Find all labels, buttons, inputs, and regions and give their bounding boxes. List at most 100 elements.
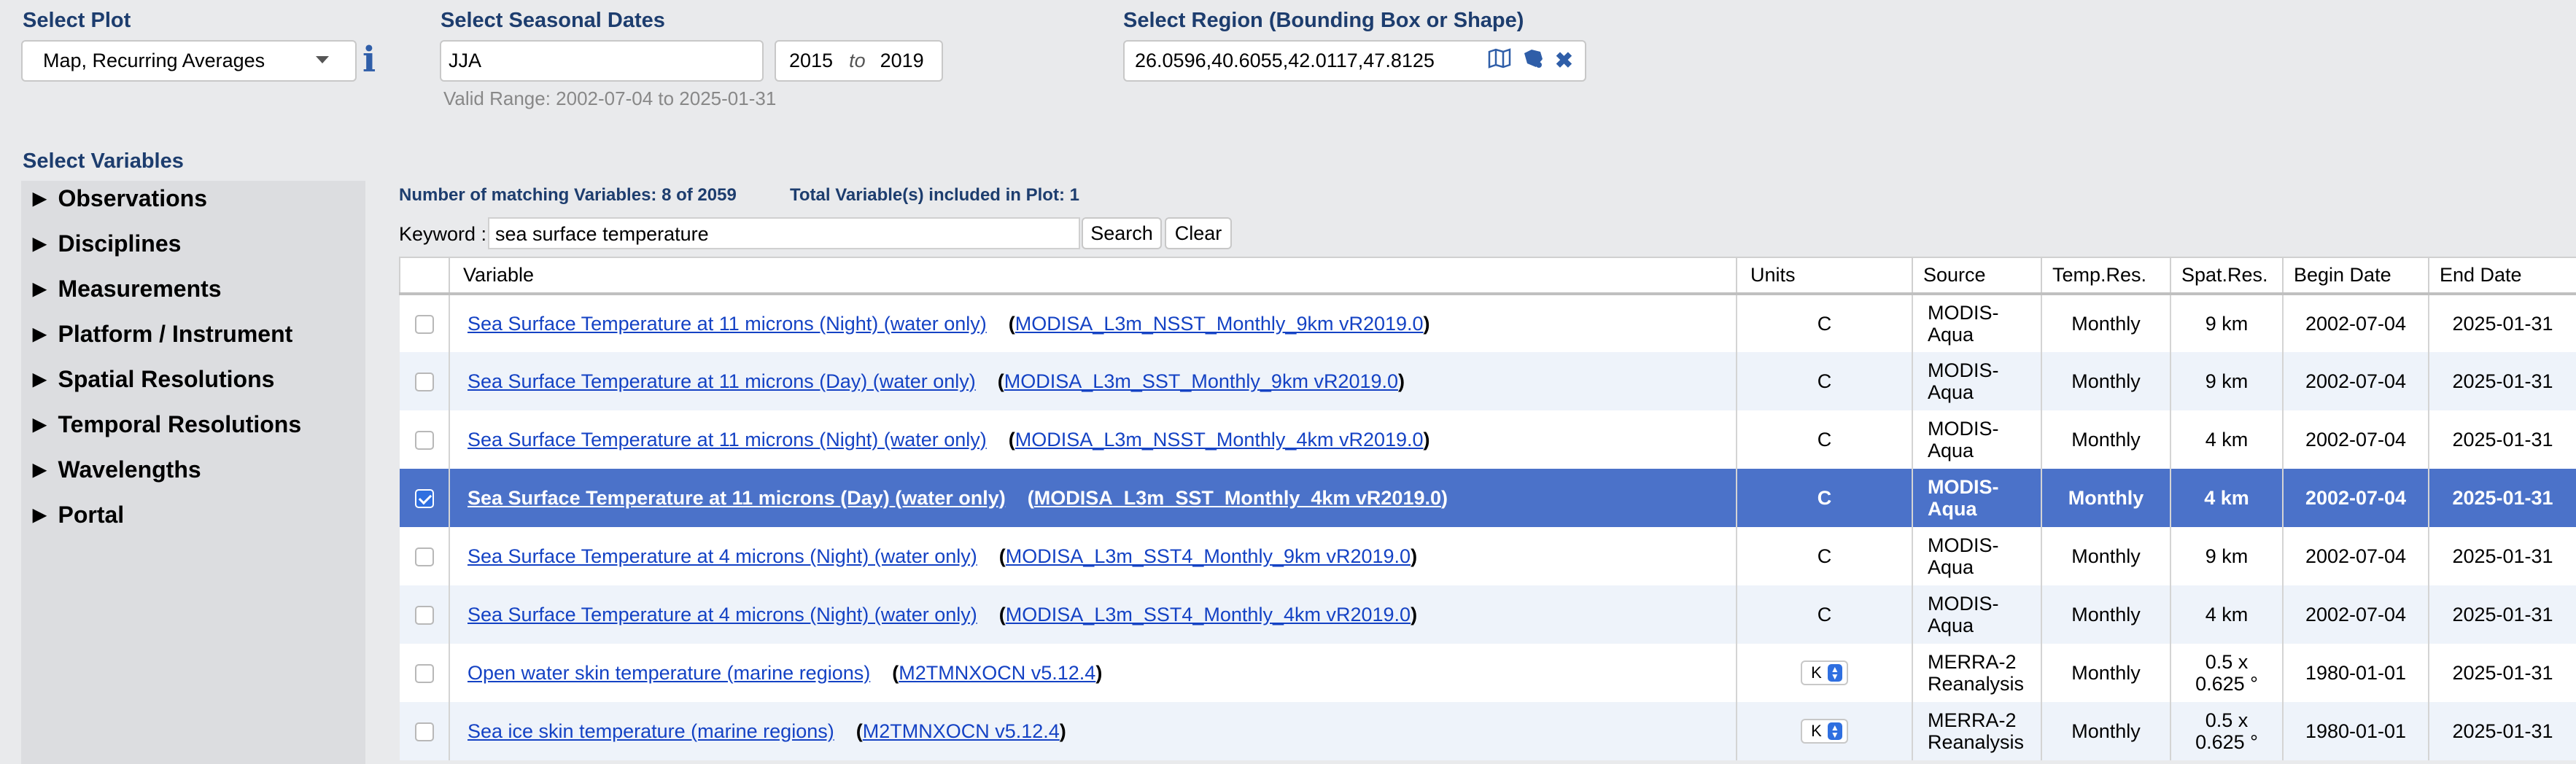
shape-icon[interactable]	[1521, 47, 1545, 75]
year-range: 2015 to 2019	[775, 40, 943, 82]
table-row[interactable]: Sea ice skin temperature (marine regions…	[400, 702, 2576, 760]
select-cell	[400, 702, 450, 760]
tree-item-platform-instrument[interactable]: ▶ Platform / Instrument	[33, 321, 292, 348]
header-spat-res[interactable]: Spat.Res.	[2170, 257, 2284, 295]
product-link[interactable]: MODISA_L3m_SST4_Monthly_4km vR2019.0	[1006, 604, 1411, 625]
table-row[interactable]: Sea Surface Temperature at 11 microns (N…	[400, 294, 2576, 352]
begin-date-cell: 1980-01-01	[2283, 702, 2429, 760]
map-icon[interactable]	[1488, 47, 1511, 74]
info-icon[interactable]: i	[362, 39, 376, 80]
begin-date-cell: 2002-07-04	[2283, 410, 2429, 469]
tree-item-disciplines[interactable]: ▶ Disciplines	[33, 230, 181, 257]
row-checkbox[interactable]	[414, 606, 434, 625]
product-link[interactable]: M2TMNXOCN v5.12.4	[899, 662, 1095, 684]
triangle-right-icon: ▶	[33, 370, 47, 389]
triangle-right-icon: ▶	[33, 505, 47, 525]
table-row[interactable]: Sea Surface Temperature at 4 microns (Ni…	[400, 527, 2576, 585]
year-start-input[interactable]: 2015	[789, 50, 833, 72]
variable-link[interactable]: Sea Surface Temperature at 11 microns (N…	[468, 429, 987, 451]
units-value: C	[1817, 428, 1832, 451]
header-units[interactable]: Units	[1736, 257, 1913, 295]
units-cell: C	[1737, 469, 1913, 527]
end-date-cell: 2025-01-31	[2429, 410, 2576, 469]
header-variable[interactable]: Variable	[449, 257, 1737, 295]
units-select[interactable]: K ▲ ▼	[1801, 660, 1848, 685]
select-cell	[400, 469, 450, 527]
plot-type-select[interactable]: Map, Recurring Averages	[21, 40, 357, 82]
units-value: C	[1817, 370, 1832, 392]
source-cell: MODIS-Aqua	[1912, 585, 2042, 644]
temp-res-cell: Monthly	[2041, 469, 2171, 527]
variable-link[interactable]: Sea ice skin temperature (marine regions…	[468, 720, 834, 742]
tree-item-wavelengths[interactable]: ▶ Wavelengths	[33, 456, 201, 483]
row-checkbox[interactable]	[414, 431, 434, 451]
table-row[interactable]: Sea Surface Temperature at 4 microns (Ni…	[400, 585, 2576, 644]
product-link[interactable]: MODISA_L3m_SST_Monthly_9km vR2019.0	[1004, 370, 1398, 392]
variable-link[interactable]: Sea Surface Temperature at 11 microns (D…	[468, 487, 1006, 509]
included-count: Total Variable(s) included in Plot: 1	[790, 185, 1079, 205]
begin-date-cell: 2002-07-04	[2283, 527, 2429, 585]
variable-cell: Sea Surface Temperature at 4 microns (Ni…	[449, 527, 1737, 585]
table-row[interactable]: Open water skin temperature (marine regi…	[400, 644, 2576, 702]
tree-item-spatial-resolutions[interactable]: ▶ Spatial Resolutions	[33, 366, 274, 393]
product-link[interactable]: M2TMNXOCN v5.12.4	[863, 720, 1060, 742]
header-end-date[interactable]: End Date	[2428, 257, 2576, 295]
search-button[interactable]: Search	[1082, 217, 1162, 249]
variable-cell: Open water skin temperature (marine regi…	[449, 644, 1737, 702]
clear-button[interactable]: Clear	[1165, 217, 1232, 249]
end-date-cell: 2025-01-31	[2429, 585, 2576, 644]
row-checkbox[interactable]	[414, 315, 434, 335]
row-checkbox[interactable]	[414, 489, 434, 509]
keyword-input[interactable]: sea surface temperature	[488, 217, 1080, 249]
row-checkbox[interactable]	[414, 722, 434, 742]
row-checkbox[interactable]	[414, 547, 434, 567]
units-cell: K ▲ ▼	[1737, 702, 1913, 760]
variable-cell: Sea ice skin temperature (marine regions…	[449, 702, 1737, 760]
spat-res-cell: 9 km	[2170, 352, 2284, 410]
product-link[interactable]: MODISA_L3m_SST4_Monthly_9km vR2019.0	[1006, 545, 1411, 567]
variable-link[interactable]: Sea Surface Temperature at 11 microns (D…	[468, 370, 976, 392]
season-input[interactable]: JJA	[440, 40, 764, 82]
table-row[interactable]: Sea Surface Temperature at 11 microns (D…	[400, 469, 2576, 527]
units-select[interactable]: K ▲ ▼	[1801, 719, 1848, 744]
header-source[interactable]: Source	[1912, 257, 2042, 295]
tree-item-portal[interactable]: ▶ Portal	[33, 502, 124, 529]
units-cell: C	[1737, 527, 1913, 585]
select-plot-label: Select Plot	[23, 9, 131, 32]
triangle-right-icon: ▶	[33, 324, 47, 344]
header-temp-res[interactable]: Temp.Res.	[2041, 257, 2171, 295]
spat-res-cell: 4 km	[2170, 585, 2284, 644]
units-cell: C	[1737, 294, 1913, 352]
variable-link[interactable]: Sea Surface Temperature at 11 microns (N…	[468, 313, 987, 335]
matching-count: Number of matching Variables: 8 of 2059	[399, 185, 737, 205]
row-checkbox[interactable]	[414, 373, 434, 392]
table-row[interactable]: Sea Surface Temperature at 11 microns (D…	[400, 352, 2576, 410]
tree-item-temporal-resolutions[interactable]: ▶ Temporal Resolutions	[33, 411, 301, 438]
begin-date-cell: 1980-01-01	[2283, 644, 2429, 702]
variable-link[interactable]: Open water skin temperature (marine regi…	[468, 662, 870, 684]
temp-res-cell: Monthly	[2041, 702, 2171, 760]
chevron-down-icon	[316, 56, 329, 63]
temp-res-cell: Monthly	[2041, 585, 2171, 644]
product-link[interactable]: MODISA_L3m_SST_Monthly_4km vR2019.0	[1034, 487, 1441, 509]
variable-link[interactable]: Sea Surface Temperature at 4 microns (Ni…	[468, 604, 977, 625]
valid-range-text: Valid Range: 2002-07-04 to 2025-01-31	[443, 87, 777, 109]
source-cell: MODIS-Aqua	[1912, 294, 2042, 352]
close-icon[interactable]: ✖	[1555, 48, 1573, 74]
select-cell	[400, 410, 450, 469]
table-body: Sea Surface Temperature at 11 microns (N…	[400, 294, 2576, 760]
tree-item-measurements[interactable]: ▶ Measurements	[33, 276, 222, 303]
product-link[interactable]: MODISA_L3m_NSST_Monthly_4km vR2019.0	[1015, 429, 1424, 451]
end-date-cell: 2025-01-31	[2429, 702, 2576, 760]
header-begin-date[interactable]: Begin Date	[2282, 257, 2429, 295]
source-cell: MODIS-Aqua	[1912, 469, 2042, 527]
source-cell: MODIS-Aqua	[1912, 410, 2042, 469]
temp-res-cell: Monthly	[2041, 294, 2171, 352]
product-link[interactable]: MODISA_L3m_NSST_Monthly_9km vR2019.0	[1015, 313, 1424, 335]
tree-item-observations[interactable]: ▶ Observations	[33, 185, 207, 212]
table-row[interactable]: Sea Surface Temperature at 11 microns (N…	[400, 410, 2576, 469]
region-input[interactable]: 26.0596,40.6055,42.0117,47.8125 ✖	[1123, 40, 1586, 82]
row-checkbox[interactable]	[414, 664, 434, 684]
year-end-input[interactable]: 2019	[880, 50, 924, 72]
variable-link[interactable]: Sea Surface Temperature at 4 microns (Ni…	[468, 545, 977, 567]
